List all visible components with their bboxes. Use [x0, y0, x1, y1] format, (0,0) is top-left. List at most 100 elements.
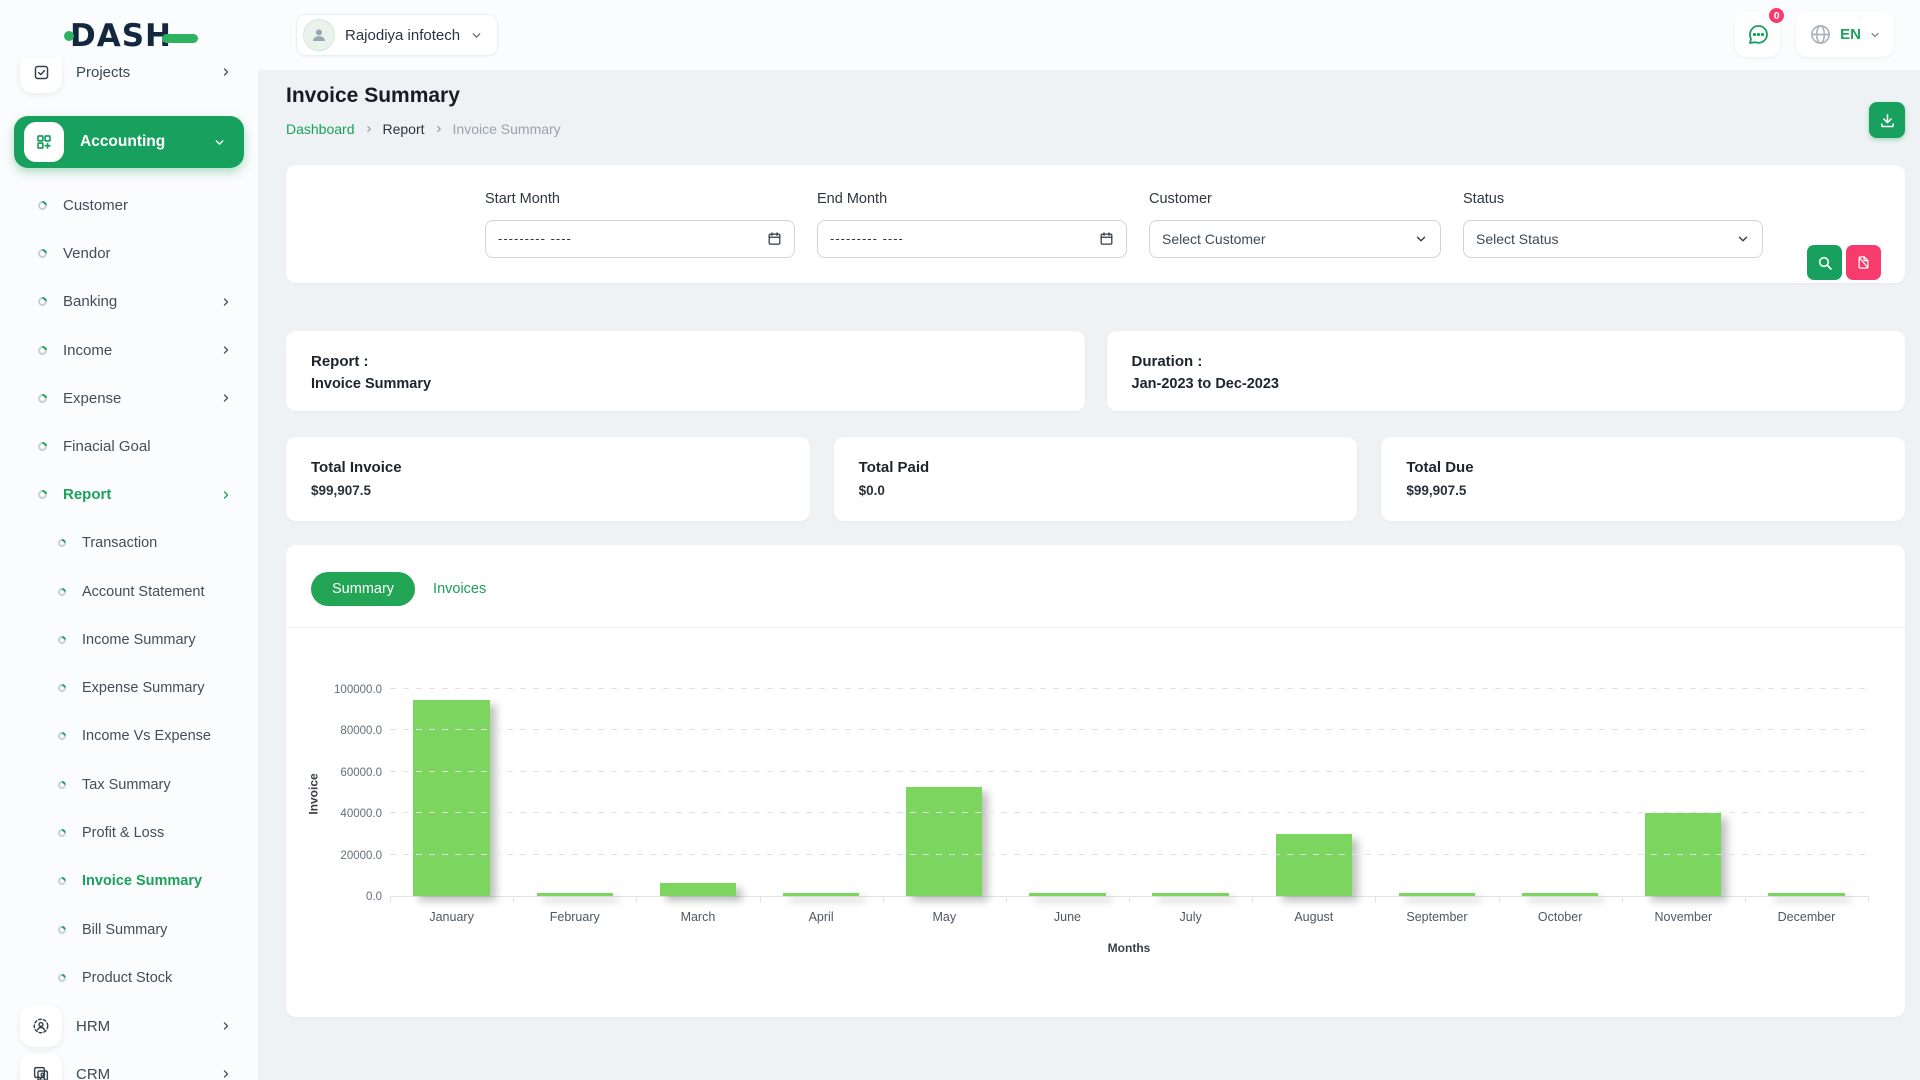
- totals-row: Total Invoice$99,907.5Total Paid$0.0Tota…: [286, 437, 1905, 521]
- calendar-icon: [767, 231, 782, 246]
- breadcrumb-separator-icon: [434, 124, 444, 134]
- sidebar-item-expense-summary[interactable]: Expense Summary: [0, 664, 258, 712]
- info-row: Report : Invoice Summary Duration : Jan-…: [286, 331, 1905, 411]
- bar-august[interactable]: [1276, 834, 1352, 896]
- crm-icon: [20, 1053, 62, 1080]
- bar-december[interactable]: [1768, 893, 1844, 896]
- total-label: Total Due: [1406, 459, 1880, 476]
- bar-september[interactable]: [1399, 893, 1475, 896]
- bar-slot-may: [883, 690, 1006, 896]
- duration-info-value: Jan-2023 to Dec-2023: [1132, 376, 1881, 392]
- bullet-icon: [56, 538, 67, 549]
- bar-may[interactable]: [906, 787, 982, 896]
- sidebar-item-banking[interactable]: Banking: [0, 278, 258, 326]
- sidebar-item-product-stock[interactable]: Product Stock: [0, 954, 258, 1002]
- sidebar-item-invoice-summary[interactable]: Invoice Summary: [0, 857, 258, 905]
- sidebar-item-income-summary[interactable]: Income Summary: [0, 616, 258, 664]
- sidebar-item-label: Vendor: [63, 245, 111, 262]
- sidebar-item-label: Projects: [76, 64, 130, 81]
- apply-filter-button[interactable]: [1807, 245, 1842, 280]
- bar-march[interactable]: [660, 883, 736, 896]
- bullet-icon: [36, 489, 49, 502]
- chevron-right-icon: [220, 489, 232, 501]
- x-tick-mark: [390, 896, 391, 902]
- bar-october[interactable]: [1522, 893, 1598, 896]
- end-month-input[interactable]: --------- ----: [817, 220, 1127, 258]
- sidebar-item-hrm[interactable]: HRM: [0, 1002, 258, 1050]
- end-month-field: End Month --------- ----: [817, 191, 1127, 258]
- x-tick-label: February: [513, 910, 636, 924]
- duration-info-label: Duration :: [1132, 353, 1881, 370]
- bar-february[interactable]: [537, 893, 613, 896]
- duration-info-card: Duration : Jan-2023 to Dec-2023: [1107, 331, 1906, 411]
- x-tick-mark: [1252, 896, 1253, 902]
- sidebar-item-profit-loss[interactable]: Profit & Loss: [0, 809, 258, 857]
- sidebar-item-transaction[interactable]: Transaction: [0, 519, 258, 567]
- customer-label: Customer: [1149, 191, 1441, 207]
- sidebar-item-customer[interactable]: Customer: [0, 181, 258, 229]
- sidebar-item-accounting[interactable]: Accounting: [14, 116, 244, 168]
- y-tick-label: 60000.0: [286, 767, 382, 779]
- total-label: Total Paid: [859, 459, 1333, 476]
- reset-filter-button[interactable]: [1846, 245, 1881, 280]
- bar-july[interactable]: [1152, 893, 1228, 896]
- sidebar-item-income-vs-expense[interactable]: Income Vs Expense: [0, 712, 258, 760]
- chevron-down-icon: [1869, 29, 1881, 41]
- sidebar-item-bill-summary[interactable]: Bill Summary: [0, 905, 258, 953]
- language-selector[interactable]: EN: [1796, 12, 1894, 57]
- bar-slot-december: [1745, 690, 1868, 896]
- sidebar-item-label: Accounting: [80, 133, 165, 151]
- app-root: Rajodiya infotech 0 EN: [0, 0, 1920, 1080]
- sidebar-item-income[interactable]: Income: [0, 326, 258, 374]
- calendar-icon: [1099, 231, 1114, 246]
- workspace-switcher[interactable]: Rajodiya infotech: [296, 14, 498, 56]
- start-month-input[interactable]: --------- ----: [485, 220, 795, 258]
- messages-button[interactable]: 0: [1735, 12, 1780, 57]
- sidebar-item-label: Account Statement: [82, 584, 205, 600]
- sidebar-item-expense[interactable]: Expense: [0, 374, 258, 422]
- chart-card: SummaryInvoices Invoice 0.020000.040000.…: [286, 545, 1905, 1017]
- customer-select[interactable]: Select Customer: [1149, 220, 1441, 258]
- logo-dot: [64, 31, 74, 41]
- sidebar-item-finacial-goal[interactable]: Finacial Goal: [0, 422, 258, 470]
- bullet-icon: [36, 392, 49, 405]
- status-select[interactable]: Select Status: [1463, 220, 1763, 258]
- sidebar-item-label: Income Summary: [82, 632, 196, 648]
- bar-slot-september: [1375, 690, 1498, 896]
- breadcrumb-item-dashboard[interactable]: Dashboard: [286, 121, 355, 137]
- bullet-icon: [56, 634, 67, 645]
- download-button[interactable]: [1869, 102, 1905, 138]
- bullet-icon: [36, 440, 49, 453]
- x-tick-label: June: [1006, 910, 1129, 924]
- sidebar-item-tax-summary[interactable]: Tax Summary: [0, 761, 258, 809]
- report-info-value: Invoice Summary: [311, 376, 1060, 392]
- sidebar-item-label: Finacial Goal: [63, 438, 151, 455]
- bar-april[interactable]: [783, 893, 859, 896]
- bullet-icon: [36, 247, 49, 260]
- messages-badge: 0: [1767, 6, 1786, 25]
- x-tick-mark: [1375, 896, 1376, 902]
- chart-tabs: Summary Invoices: [286, 545, 1905, 628]
- sidebar-item-vendor[interactable]: Vendor: [0, 229, 258, 277]
- breadcrumb-item-report[interactable]: Report: [383, 121, 425, 137]
- total-value: $0.0: [859, 483, 1333, 498]
- x-axis-title: Months: [390, 941, 1868, 955]
- sidebar-item-label: Profit & Loss: [82, 825, 164, 841]
- logo[interactable]: DASH: [64, 18, 198, 54]
- bullet-icon: [56, 779, 67, 790]
- tab-invoices[interactable]: Invoices: [433, 581, 486, 597]
- gridline: [390, 771, 1868, 772]
- tab-summary[interactable]: Summary: [311, 572, 415, 606]
- plot-area: [390, 690, 1868, 897]
- end-month-value: --------- ----: [830, 231, 904, 246]
- report-info-card: Report : Invoice Summary: [286, 331, 1085, 411]
- sidebar-item-crm[interactable]: CRM: [0, 1050, 258, 1080]
- sidebar-item-account-statement[interactable]: Account Statement: [0, 567, 258, 615]
- sidebar-item-report[interactable]: Report: [0, 471, 258, 519]
- bullet-icon: [56, 586, 67, 597]
- bullet-icon: [56, 682, 67, 693]
- avatar: [303, 19, 335, 51]
- bar-june[interactable]: [1029, 893, 1105, 896]
- file-slash-icon: [1856, 255, 1871, 270]
- status-select-value: Select Status: [1476, 231, 1559, 247]
